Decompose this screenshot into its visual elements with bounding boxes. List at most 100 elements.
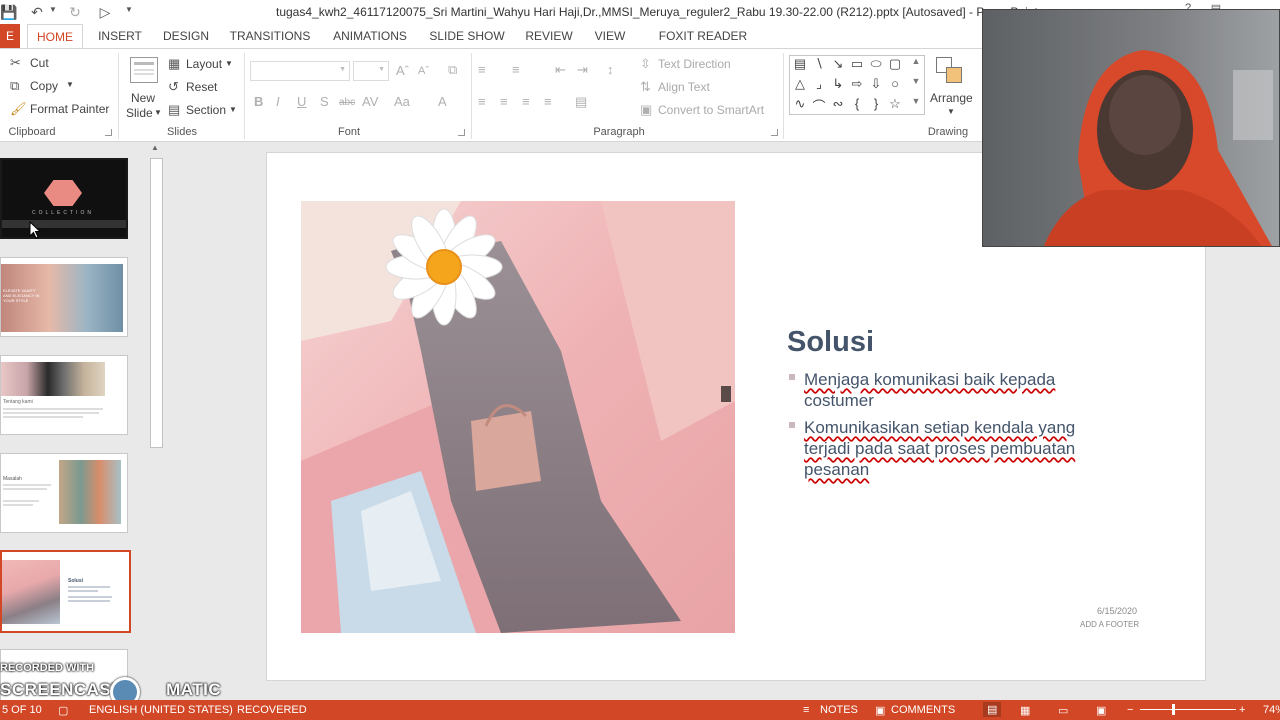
oval-shape-icon[interactable]: ⬭: [867, 56, 885, 72]
section-button[interactable]: Section: [186, 103, 226, 117]
slide-show-icon[interactable]: ▣: [1096, 704, 1106, 717]
align-right-icon[interactable]: ≡: [522, 94, 530, 110]
columns-icon[interactable]: ▤: [575, 94, 587, 110]
triangle-shape-icon[interactable]: △: [791, 76, 809, 92]
new-slide-dropdown-icon[interactable]: ▼: [154, 108, 162, 117]
bold-icon[interactable]: B: [254, 94, 263, 110]
strikethrough-icon[interactable]: abc: [339, 95, 355, 111]
save-icon[interactable]: 💾: [0, 3, 18, 21]
slide-thumbnail-3[interactable]: Tentang kami: [0, 355, 128, 435]
paragraph-launcher-icon[interactable]: [771, 129, 778, 136]
change-case-icon[interactable]: Aa: [394, 94, 410, 110]
font-launcher-icon[interactable]: [458, 129, 465, 136]
normal-view-icon[interactable]: ▤: [983, 702, 1002, 717]
italic-icon[interactable]: I: [276, 94, 280, 110]
text-direction-button[interactable]: Text Direction: [658, 57, 731, 71]
present-from-start-icon[interactable]: ▷: [96, 3, 114, 21]
redo-icon[interactable]: ↻: [66, 3, 84, 21]
zoom-out-icon[interactable]: −: [1127, 704, 1133, 716]
freeform-shape-icon[interactable]: ∿: [791, 96, 809, 112]
line-spacing-icon[interactable]: ↕: [607, 62, 614, 78]
star-shape-icon[interactable]: ☆: [886, 96, 904, 112]
zoom-slider-handle[interactable]: [1172, 704, 1175, 715]
tab-file[interactable]: E: [0, 24, 20, 48]
arrange-icon[interactable]: [936, 57, 964, 85]
slide-thumbnail-4[interactable]: Masalah: [0, 453, 128, 533]
convert-smartart-button[interactable]: Convert to SmartArt: [658, 103, 764, 117]
underline-icon[interactable]: U: [297, 94, 306, 110]
language-indicator[interactable]: ENGLISH (UNITED STATES): [89, 704, 233, 716]
arrange-button[interactable]: Arrange: [930, 91, 973, 105]
clipboard-launcher-icon[interactable]: [105, 129, 112, 136]
tab-insert[interactable]: INSERT: [95, 24, 145, 48]
align-center-icon[interactable]: ≡: [500, 94, 508, 110]
slide-photo[interactable]: [301, 201, 735, 633]
justify-icon[interactable]: ≡: [544, 94, 552, 110]
new-slide-icon[interactable]: [130, 57, 158, 83]
tab-view[interactable]: VIEW: [590, 24, 630, 48]
numbering-icon[interactable]: ≡: [512, 62, 520, 78]
tab-home[interactable]: HOME: [27, 24, 83, 48]
tab-foxit-reader-pdf[interactable]: FOXIT READER PDF: [646, 24, 760, 67]
bullets-icon[interactable]: ≡: [478, 62, 486, 78]
slide-sorter-icon[interactable]: ▦: [1020, 704, 1030, 717]
elbow-arrow-shape-icon[interactable]: ↳: [829, 76, 847, 92]
zoom-slider[interactable]: [1140, 709, 1236, 710]
slide-thumbnail-2[interactable]: ELEVATE VANITY AND ELEGANCY IN YOUR STYL…: [0, 257, 128, 337]
format-painter-button[interactable]: Format Painter: [30, 102, 109, 116]
rectangle-shape-icon[interactable]: ▭: [848, 56, 866, 72]
undo-dropdown-icon[interactable]: ▼: [49, 5, 57, 14]
new-slide-label-1[interactable]: New: [131, 91, 155, 105]
decrease-font-icon[interactable]: Aˇ: [418, 63, 429, 79]
arrow-line-shape-icon[interactable]: ↘: [829, 56, 847, 72]
character-spacing-icon[interactable]: AV: [362, 94, 378, 110]
tab-slide-show[interactable]: SLIDE SHOW: [428, 24, 506, 48]
callout-shape-icon[interactable]: ○: [886, 76, 904, 91]
slide-thumbnail-5[interactable]: Solusi: [0, 550, 131, 633]
clear-formatting-icon[interactable]: ⧉: [448, 62, 457, 78]
reading-view-icon[interactable]: ▭: [1058, 704, 1068, 717]
curve-shape-icon[interactable]: ∾: [829, 96, 847, 112]
slide-thumbnail-1[interactable]: COLLECTION: [0, 158, 128, 239]
scroll-up-icon[interactable]: ▲: [151, 143, 159, 152]
comments-button[interactable]: COMMENTS: [891, 704, 955, 716]
increase-font-icon[interactable]: Aˆ: [396, 63, 409, 79]
comments-icon[interactable]: ▣: [875, 704, 885, 717]
right-arrow-shape-icon[interactable]: ⇨: [848, 76, 866, 92]
align-text-button[interactable]: Align Text: [658, 80, 710, 94]
section-dropdown-icon[interactable]: ▼: [229, 105, 237, 114]
zoom-in-icon[interactable]: +: [1239, 704, 1245, 716]
zoom-level[interactable]: 74%: [1263, 704, 1280, 716]
gallery-scroll-down-icon[interactable]: ▼: [907, 76, 925, 86]
left-brace-shape-icon[interactable]: {: [848, 96, 866, 111]
copy-button[interactable]: Copy: [30, 79, 58, 93]
font-name-field[interactable]: ▼: [250, 61, 350, 81]
cut-button[interactable]: Cut: [30, 56, 49, 70]
elbow-connector-shape-icon[interactable]: ⌟: [810, 76, 828, 92]
slide-title[interactable]: Solusi: [787, 326, 874, 359]
tab-design[interactable]: DESIGN: [160, 24, 212, 48]
notes-button[interactable]: NOTES: [820, 704, 858, 716]
new-slide-label-2[interactable]: Slide: [126, 106, 153, 120]
tab-review[interactable]: REVIEW: [522, 24, 576, 48]
text-shadow-icon[interactable]: S: [320, 94, 329, 110]
gallery-more-icon[interactable]: ▼: [907, 96, 925, 106]
arrange-dropdown-icon[interactable]: ▼: [947, 107, 955, 116]
bullet-item-2[interactable]: Komunikasikan setiap kendala yang terjad…: [804, 417, 1114, 480]
shapes-gallery[interactable]: ▤ ∖ ↘ ▭ ⬭ ▢ △ ⌟ ↳ ⇨ ⇩ ○ ∿ ⌒ ∾ { } ☆ ▲ ▼ …: [789, 55, 925, 115]
reset-button[interactable]: Reset: [186, 80, 217, 94]
thumbnail-scroll-thumb[interactable]: [150, 158, 163, 448]
text-box-shape-icon[interactable]: ▤: [791, 56, 809, 72]
tab-transitions[interactable]: TRANSITIONS: [228, 24, 312, 48]
copy-dropdown-icon[interactable]: ▼: [66, 80, 74, 89]
font-size-field[interactable]: ▼: [353, 61, 389, 81]
spell-check-icon[interactable]: ▢: [58, 704, 68, 717]
align-left-icon[interactable]: ≡: [478, 94, 486, 110]
notes-icon[interactable]: ≡: [803, 704, 809, 716]
layout-dropdown-icon[interactable]: ▼: [225, 59, 233, 68]
layout-button[interactable]: Layout: [186, 57, 222, 71]
decrease-indent-icon[interactable]: ⇤: [555, 62, 566, 78]
undo-icon[interactable]: ↶: [28, 3, 46, 21]
bullet-item-1[interactable]: Menjaga komunikasi baik kepada costumer: [804, 369, 1114, 411]
gallery-scroll-up-icon[interactable]: ▲: [907, 56, 925, 66]
